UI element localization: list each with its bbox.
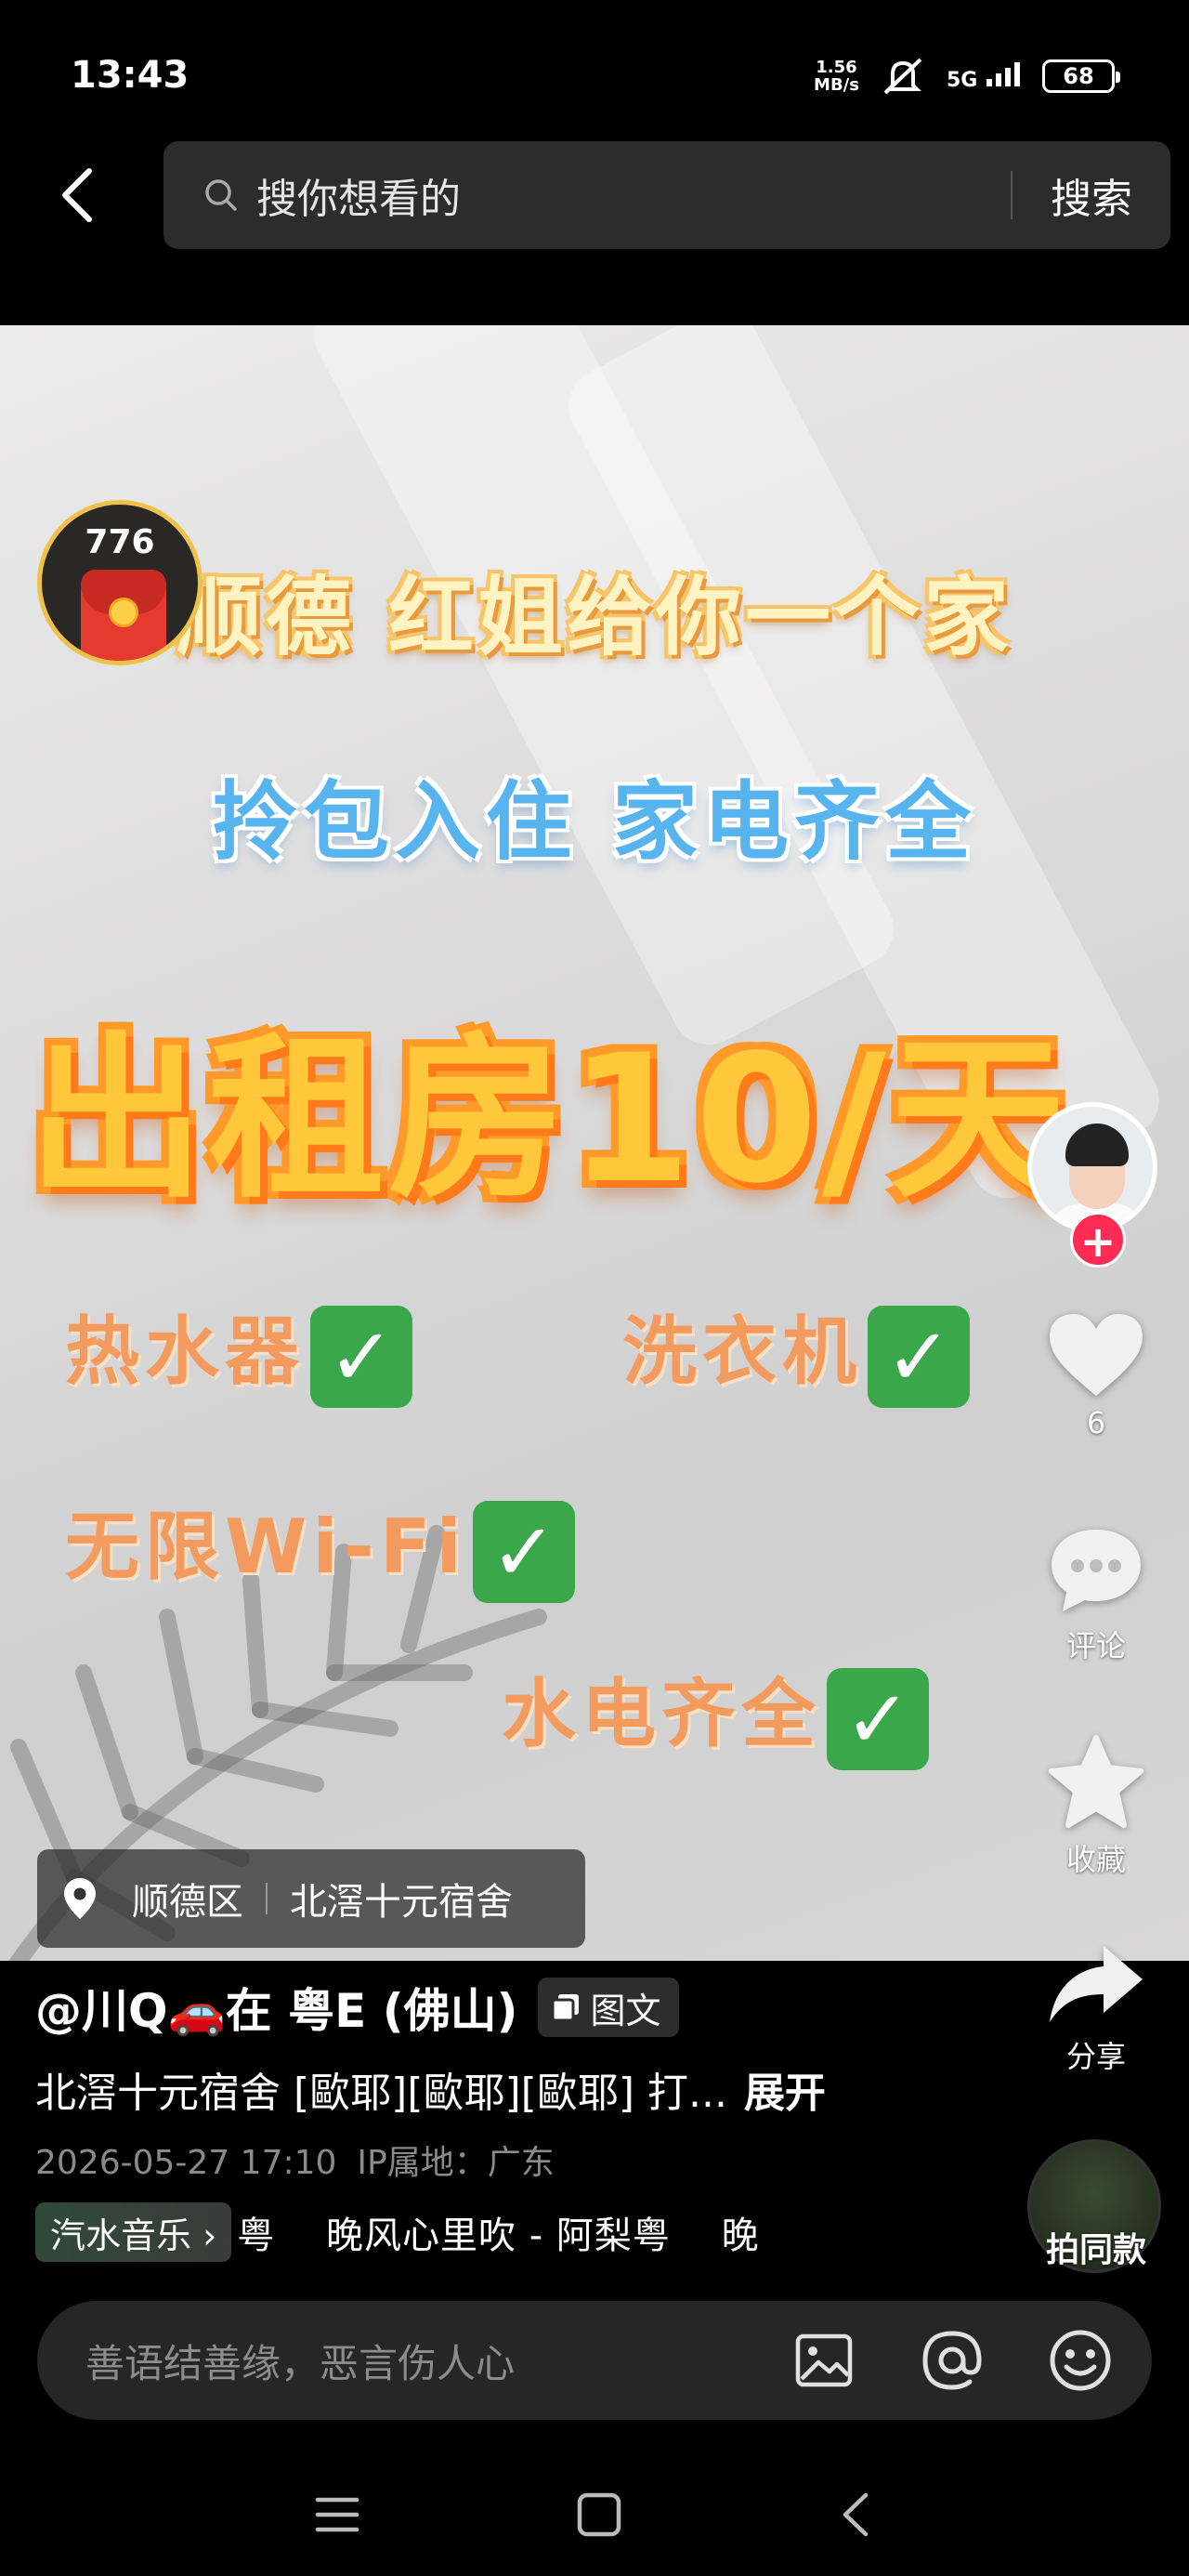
feature-item: 水电齐全 ✓: [502, 1654, 929, 1771]
search-input[interactable]: 搜你想看的: [256, 165, 1011, 225]
author-row: @川Q🚗在 粤E (佛山) 图文: [35, 1974, 680, 2041]
search-bar[interactable]: 搜你想看的 搜索: [163, 141, 1170, 249]
search-icon: [205, 179, 237, 211]
share-label: 分享: [1065, 2039, 1126, 2074]
emoji-button[interactable]: [1046, 2326, 1115, 2395]
favorite-label: 收藏: [1065, 1842, 1126, 1877]
author-name[interactable]: @川Q🚗在 粤E (佛山): [35, 1974, 517, 2041]
emoji-smiley-icon: [1050, 2330, 1111, 2391]
signal-bars-icon: [986, 62, 1020, 86]
comment-button[interactable]: 评论: [1040, 1524, 1152, 1665]
location-tag[interactable]: 顺德区 北滘十元宿舍: [37, 1849, 585, 1948]
ip-location: IP属地：广东: [357, 2144, 555, 2182]
poster-subtitle: 拎包入住 家电齐全: [212, 772, 977, 872]
music-app-chip[interactable]: 汽水音乐 ›: [35, 2202, 232, 2262]
like-button[interactable]: 6: [1040, 1310, 1152, 1440]
comment-input-bar[interactable]: 善语结善缘，恶言伤人心: [37, 2301, 1152, 2420]
author-avatar-group[interactable]: +: [1027, 1102, 1157, 1268]
image-picker-button[interactable]: [790, 2326, 858, 2395]
checkmark-icon: ✓: [472, 1501, 575, 1604]
feature-item: 洗衣机 ✓: [622, 1292, 970, 1409]
same-style-label[interactable]: 拍同款: [1031, 2223, 1161, 2271]
red-packet-count: 776: [85, 523, 155, 561]
red-packet-icon: [81, 570, 166, 661]
comment-label: 评论: [1065, 1628, 1126, 1663]
expand-button[interactable]: 展开: [744, 2070, 826, 2117]
feature-item: 无限Wi-Fi ✓: [65, 1487, 575, 1604]
back-arrow-icon: [62, 168, 92, 222]
status-time: 13:43: [71, 54, 189, 97]
image-text-icon: [551, 1994, 580, 2022]
battery-indicator: 68: [1042, 59, 1120, 93]
share-arrow-icon: [1050, 1946, 1143, 2022]
red-packet-widget[interactable]: 776: [37, 500, 203, 665]
location-place: 北滘十元宿舍: [290, 1881, 513, 1924]
music-row[interactable]: 汽水音乐 › 粤 晚风心里吹 - 阿梨粤 晚: [35, 2202, 760, 2262]
post-meta: 2026-05-27 17:10 IP属地：广东: [35, 2136, 555, 2184]
status-icons: 1.56 MB/s 5G 68: [814, 56, 1120, 97]
checkmark-icon: ✓: [827, 1668, 929, 1771]
mute-bell-icon: [883, 58, 922, 95]
signal-indicator: 5G: [947, 60, 1022, 92]
star-icon: [1049, 1735, 1143, 1828]
poster-headline: 出租房10/天: [28, 1017, 1070, 1222]
favorite-button[interactable]: 收藏: [1040, 1734, 1152, 1879]
heart-icon: [1050, 1314, 1143, 1396]
comment-bubble-icon: [1052, 1530, 1141, 1611]
at-sign-icon: [922, 2331, 982, 2390]
menu-icon[interactable]: [314, 2494, 360, 2535]
checkmark-icon: ✓: [310, 1306, 412, 1409]
mention-button[interactable]: [918, 2326, 986, 2395]
home-square-icon[interactable]: [576, 2491, 622, 2538]
search-button[interactable]: 搜索: [1013, 165, 1170, 225]
follow-button[interactable]: +: [1070, 1212, 1126, 1268]
nav-back-icon[interactable]: [838, 2491, 875, 2538]
image-icon: [795, 2333, 853, 2387]
location-district: 顺德区: [132, 1881, 243, 1924]
post-description: 北滘十元宿舍 [歐耶][歐耶][歐耶] 打... 展开: [35, 2070, 826, 2117]
feature-item: 热水器 ✓: [65, 1292, 412, 1409]
net-speed: 1.56 MB/s: [814, 58, 859, 95]
share-button[interactable]: 分享: [1040, 1942, 1152, 2076]
post-type-badge: 图文: [538, 1978, 680, 2037]
post-datetime: 2026-05-27 17:10: [35, 2144, 337, 2182]
system-nav-bar: [0, 2453, 1189, 2576]
status-bar: 13:43 1.56 MB/s 5G 68: [0, 0, 1189, 139]
location-pin-icon: [64, 1878, 96, 1919]
comment-input[interactable]: 善语结善缘，恶言伤人心: [85, 2333, 790, 2389]
back-button[interactable]: [48, 160, 104, 230]
like-count: 6: [1086, 1405, 1106, 1440]
location-separator: [266, 1883, 268, 1914]
music-title-marquee: 粤 晚风心里吹 - 阿梨粤 晚: [237, 2215, 760, 2257]
checkmark-icon: ✓: [868, 1306, 970, 1409]
